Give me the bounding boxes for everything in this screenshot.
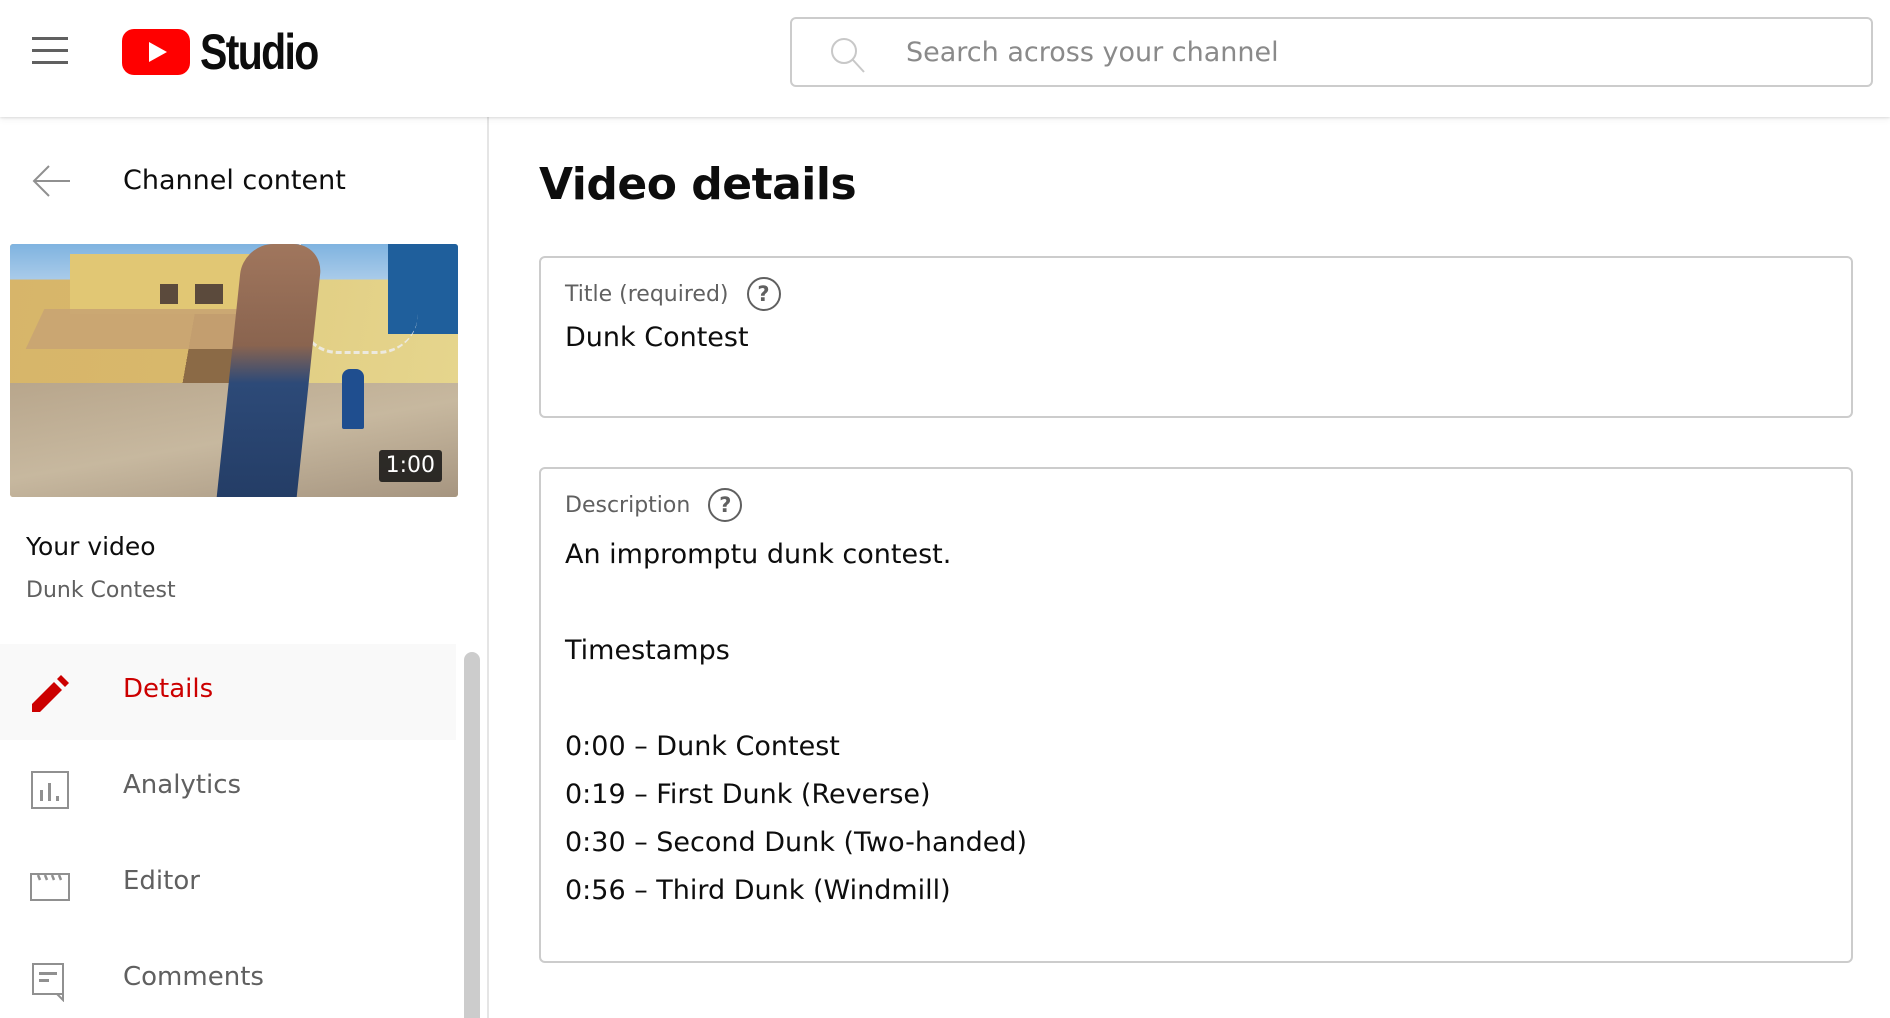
description-line: 0:00 – Dunk Contest xyxy=(565,723,1827,771)
video-thumbnail[interactable]: 1:00 xyxy=(10,244,458,497)
menu-button[interactable] xyxy=(28,32,72,68)
help-icon[interactable]: ? xyxy=(747,277,781,311)
sidebar-scrollbar[interactable] xyxy=(464,652,480,1018)
description-field-label: Description ? xyxy=(565,488,742,522)
title-field-label: Title (required) ? xyxy=(565,277,781,311)
video-nav: Details Analytics Editor xyxy=(0,644,460,1018)
your-video-heading: Your video xyxy=(26,532,156,561)
duration-badge: 1:00 xyxy=(379,450,442,482)
title-label-text: Title (required) xyxy=(565,282,729,307)
sidebar: Channel content 1:00 Your video Dunk Con… xyxy=(0,117,489,1018)
search-box xyxy=(790,17,1873,87)
description-line xyxy=(565,675,1827,723)
thumbnail-window xyxy=(160,284,178,304)
search-icon[interactable] xyxy=(828,35,868,75)
studio-logo[interactable]: Studio xyxy=(122,26,344,78)
youtube-play-icon xyxy=(122,29,190,75)
nav-label: Analytics xyxy=(123,770,241,800)
description-label-text: Description xyxy=(565,493,690,518)
help-icon[interactable]: ? xyxy=(708,488,742,522)
nav-item-details[interactable]: Details xyxy=(0,644,456,740)
video-title-text: Dunk Contest xyxy=(26,578,176,603)
nav-item-comments[interactable]: Comments xyxy=(0,932,456,1018)
menu-icon-bar xyxy=(32,49,68,52)
logo-text: Studio xyxy=(200,27,318,77)
description-line: 0:30 – Second Dunk (Two-handed) xyxy=(565,819,1827,867)
nav-item-analytics[interactable]: Analytics xyxy=(0,740,456,836)
back-arrow-icon xyxy=(32,163,72,199)
pencil-icon xyxy=(30,674,70,714)
title-input[interactable]: Dunk Contest xyxy=(565,322,749,353)
thumbnail-kid xyxy=(342,369,364,429)
nav-item-editor[interactable]: Editor xyxy=(0,836,456,932)
main-content: Video details Title (required) ? Dunk Co… xyxy=(491,117,1890,1018)
analytics-icon xyxy=(30,770,70,810)
thumbnail-window xyxy=(195,284,223,304)
description-line: 0:56 – Third Dunk (Windmill) xyxy=(565,867,1827,915)
description-line xyxy=(565,579,1827,627)
description-line: 0:19 – First Dunk (Reverse) xyxy=(565,771,1827,819)
description-field[interactable]: Description ? An impromptu dunk contest.… xyxy=(539,467,1853,963)
search-input[interactable] xyxy=(906,19,1806,85)
menu-icon-bar xyxy=(32,37,68,40)
nav-label: Editor xyxy=(123,866,200,896)
description-line: Timestamps xyxy=(565,627,1827,675)
nav-label: Comments xyxy=(123,962,264,992)
menu-icon-bar xyxy=(32,61,68,64)
description-input[interactable]: An impromptu dunk contest. Timestamps 0:… xyxy=(565,531,1827,915)
back-label: Channel content xyxy=(123,165,346,196)
top-header: Studio xyxy=(0,0,1890,117)
back-to-channel-content[interactable]: Channel content xyxy=(0,157,460,207)
description-line: An impromptu dunk contest. xyxy=(565,531,1827,579)
nav-label: Details xyxy=(123,674,213,704)
page-title: Video details xyxy=(539,159,856,210)
comment-icon xyxy=(30,962,70,1002)
title-field[interactable]: Title (required) ? Dunk Contest xyxy=(539,256,1853,418)
clapperboard-icon xyxy=(30,866,70,906)
